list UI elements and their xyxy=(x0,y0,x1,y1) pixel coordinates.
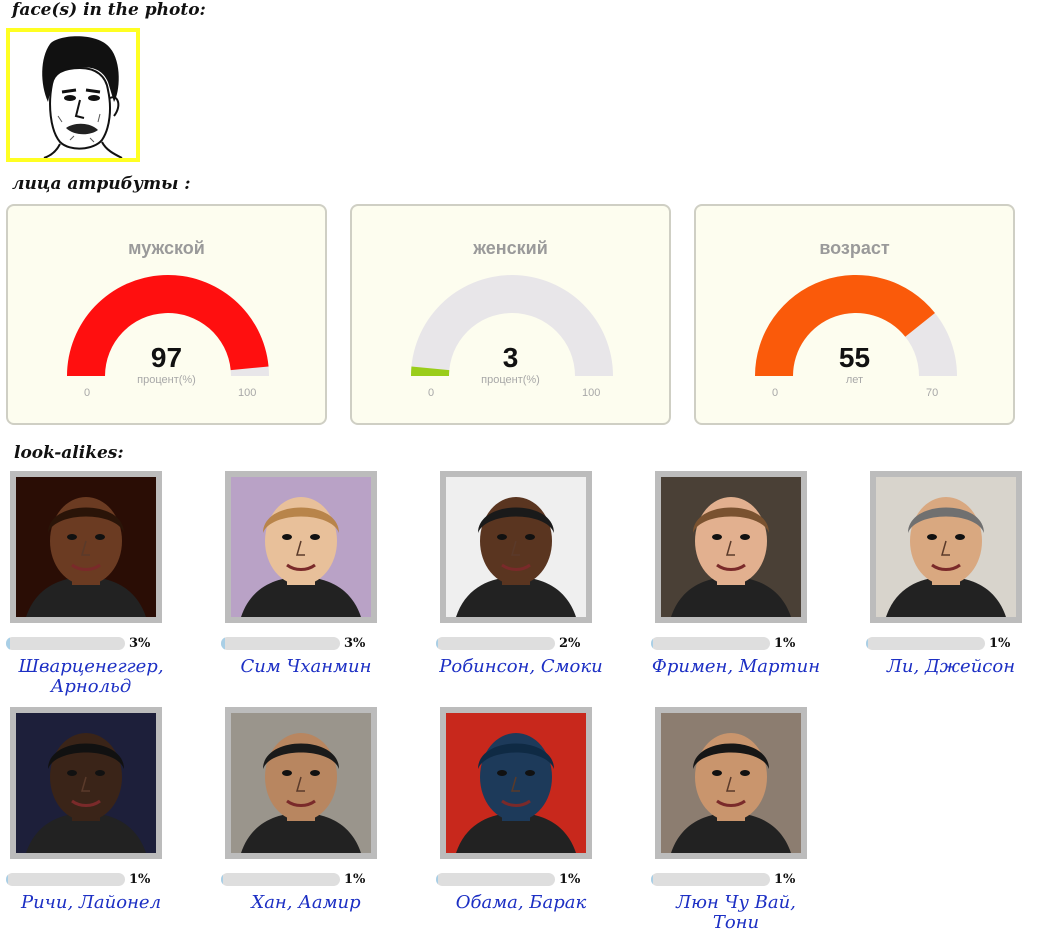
similarity-bar xyxy=(436,873,555,886)
portrait-image xyxy=(231,713,371,853)
portrait-image xyxy=(661,477,801,617)
gauge-card-female: женский 3 процент(%) 0 100 xyxy=(350,204,671,425)
similarity-bar-fill xyxy=(436,873,438,886)
lookalike-item: 1% Фримен, Мартин xyxy=(651,471,866,707)
similarity-bar-fill xyxy=(221,637,225,650)
similarity-bar xyxy=(651,637,770,650)
gauge-min-label: 0 xyxy=(772,387,779,399)
attributes-section-title: лица атрибуты : xyxy=(12,174,191,194)
portrait-image xyxy=(231,477,371,617)
similarity-bar-fill xyxy=(221,873,223,886)
meme-face-drawing xyxy=(10,32,136,158)
gauge-unit: лет xyxy=(845,374,864,386)
lookalike-name-link[interactable]: Робинсон, Смоки xyxy=(436,657,606,677)
lookalike-name-link[interactable]: Фримен, Мартин xyxy=(651,657,821,677)
gauge-min-label: 0 xyxy=(84,387,91,399)
gauge-max-label: 100 xyxy=(582,387,601,399)
gauge-value: 55 xyxy=(838,342,871,373)
similarity-percent: 3% xyxy=(129,636,151,651)
lookalike-item: 1% Ричи, Лайонел xyxy=(6,707,221,943)
similarity-bar-fill xyxy=(866,637,868,650)
gauge-max-label: 70 xyxy=(926,387,939,399)
lookalike-name-link[interactable]: Хан, Аамир xyxy=(221,893,391,913)
lookalike-photo[interactable] xyxy=(225,471,377,623)
lookalike-photo[interactable] xyxy=(225,707,377,859)
faces-section-title: face(s) in the photo: xyxy=(12,0,206,20)
lookalike-name-link[interactable]: Обама, Барак xyxy=(436,893,606,913)
similarity-bar-fill xyxy=(651,637,653,650)
similarity-bar xyxy=(221,873,340,886)
similarity-bar-fill xyxy=(651,873,653,886)
detected-face-thumbnail[interactable] xyxy=(6,28,140,162)
gauge-max-label: 100 xyxy=(238,387,257,399)
portrait-image xyxy=(661,713,801,853)
lookalike-item: 1% Ли, Джейсон xyxy=(866,471,1053,707)
lookalike-name-link[interactable]: Ричи, Лайонел xyxy=(6,893,176,913)
lookalike-photo[interactable] xyxy=(655,707,807,859)
lookalike-name-link[interactable]: Шварценеггер, Арнольд xyxy=(6,657,176,697)
lookalike-photo[interactable] xyxy=(440,707,592,859)
similarity-bar-fill xyxy=(6,873,8,886)
gauge-value: 97 xyxy=(150,342,183,373)
lookalike-name-link[interactable]: Люн Чу Вай, Тони xyxy=(651,893,821,933)
similarity-percent: 1% xyxy=(774,872,796,887)
lookalike-item: 1% Хан, Аамир xyxy=(221,707,436,943)
similarity-bar xyxy=(436,637,555,650)
portrait-image xyxy=(446,713,586,853)
similarity-bar xyxy=(651,873,770,886)
lookalike-photo[interactable] xyxy=(440,471,592,623)
gauge-card-age: возраст 55 лет 0 70 xyxy=(694,204,1015,425)
gauge-unit: процент(%) xyxy=(481,374,540,386)
similarity-percent: 1% xyxy=(129,872,151,887)
lookalike-item: 3% Сим Чханмин xyxy=(221,471,436,707)
gauge-min-label: 0 xyxy=(428,387,435,399)
portrait-image xyxy=(16,477,156,617)
similarity-percent: 3% xyxy=(344,636,366,651)
portrait-image xyxy=(876,477,1016,617)
gauge-dial xyxy=(67,275,269,376)
lookalike-photo[interactable] xyxy=(870,471,1022,623)
similarity-bar xyxy=(6,637,125,650)
portrait-image xyxy=(446,477,586,617)
gauge-unit: процент(%) xyxy=(137,374,196,386)
similarity-percent: 1% xyxy=(559,872,581,887)
portrait-image xyxy=(16,713,156,853)
similarity-percent: 1% xyxy=(344,872,366,887)
lookalike-item: 3% Шварценеггер, Арнольд xyxy=(6,471,221,707)
lookalike-item: 1% Обама, Барак xyxy=(436,707,651,943)
lookalike-name-link[interactable]: Ли, Джейсон xyxy=(866,657,1036,677)
similarity-percent: 1% xyxy=(989,636,1011,651)
similarity-bar-fill xyxy=(6,637,10,650)
gauge-dial xyxy=(755,275,957,376)
lookalike-item: 2% Робинсон, Смоки xyxy=(436,471,651,707)
similarity-bar xyxy=(866,637,985,650)
lookalike-photo[interactable] xyxy=(655,471,807,623)
lookalike-photo[interactable] xyxy=(10,707,162,859)
similarity-bar xyxy=(6,873,125,886)
gauge-value: 3 xyxy=(502,342,519,373)
gauge-card-male: мужской 97 процент(%) 0 100 xyxy=(6,204,327,425)
similarity-percent: 1% xyxy=(774,636,796,651)
lookalikes-section-title: look-alikes: xyxy=(14,443,124,463)
lookalike-name-link[interactable]: Сим Чханмин xyxy=(221,657,391,677)
similarity-bar xyxy=(221,637,340,650)
lookalike-photo[interactable] xyxy=(10,471,162,623)
gauge-dial xyxy=(411,275,613,376)
lookalike-item: 1% Люн Чу Вай, Тони xyxy=(651,707,866,943)
similarity-bar-fill xyxy=(436,637,439,650)
similarity-percent: 2% xyxy=(559,636,581,651)
